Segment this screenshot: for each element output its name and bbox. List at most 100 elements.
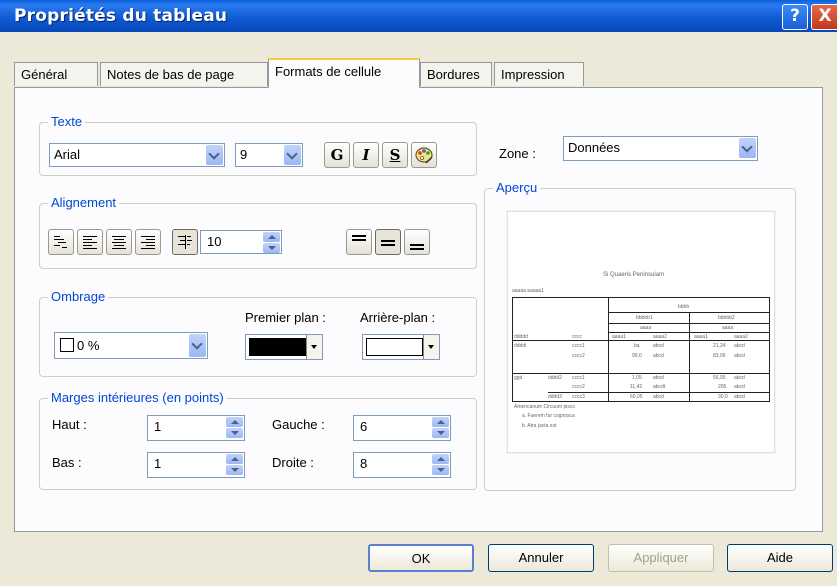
preview-cell: ddddi [514,343,527,349]
preview-cell: cccc1 [572,375,585,381]
font-select[interactable]: Arial [49,143,225,167]
preview-cell: abcd [653,375,664,381]
align-right-icon [141,236,155,249]
shading-percent-value: 0 % [77,338,100,353]
right-margin-spinner[interactable]: 8 [353,452,451,478]
preview-cell: 83,05 [713,353,726,359]
apply-button[interactable]: Appliquer [608,544,714,572]
align-center-icon [112,236,126,249]
preview-cell: abcd [653,394,664,400]
color-palette-button[interactable] [411,142,437,168]
spin-down-icon[interactable] [263,243,280,253]
spin-down-icon[interactable] [432,465,449,475]
foreground-swatch [249,338,306,356]
zone-label: Zone : [499,146,536,161]
margins-group-label: Marges intérieures (en points) [48,390,227,405]
spin-down-icon[interactable] [226,428,243,438]
bold-button[interactable]: G [324,142,350,168]
align-center-button[interactable] [106,229,132,255]
font-size-select[interactable]: 9 [235,143,303,167]
left-margin-spinner[interactable]: 6 [353,415,451,441]
align-mixed-button[interactable] [48,229,74,255]
background-label: Arrière-plan : [360,310,436,325]
decimal-offset-spinner[interactable]: 10 [200,230,282,254]
right-margin-label: Droite : [272,455,314,470]
top-margin-spinner[interactable]: 1 [147,415,245,441]
font-size-value: 9 [240,147,248,162]
help-button[interactable]: Aide [727,544,833,572]
spin-up-icon[interactable] [432,454,449,464]
valign-bottom-button[interactable] [404,229,430,255]
ok-button[interactable]: OK [368,544,474,572]
bottom-margin-spinner[interactable]: 1 [147,452,245,478]
preview-cell: dddd2 [548,375,562,381]
tab-panel: Texte Arial 9 G I S Zone: Données Align… [14,87,823,532]
preview-cell: abcd [653,353,664,359]
valign-top-button[interactable] [346,229,372,255]
foreground-color-picker[interactable] [245,334,323,360]
preview-cell: cccc2 [572,384,585,390]
preview-cell: 99,0 [632,353,642,359]
preview-footnote: Americanum Circuum piscs [514,404,575,410]
underline-button[interactable]: S [382,142,408,168]
align-decimal-icon [178,235,192,249]
title-bar: Propriétés du tableau ? X [0,0,837,32]
valign-bottom-icon [410,244,424,250]
text-group-label: Texte [48,114,86,129]
preview-cell: abcdt [653,384,666,390]
shading-group-label: Ombrage [48,289,109,304]
chevron-down-icon[interactable] [206,145,223,165]
preview-cell: 205 [718,384,727,390]
chevron-down-icon[interactable] [423,335,439,359]
help-icon[interactable]: ? [782,4,808,30]
spin-down-icon[interactable] [432,428,449,438]
zone-select[interactable]: Données [563,136,758,161]
alignment-group: Alignement 10 [39,195,477,269]
spin-up-icon[interactable] [263,232,280,242]
align-left-button[interactable] [77,229,103,255]
spin-down-icon[interactable] [226,465,243,475]
bottom-margin-value: 1 [154,456,162,471]
spin-up-icon[interactable] [226,417,243,427]
preview-cell: 60,05 [630,394,643,400]
align-right-button[interactable] [135,229,161,255]
shading-percent-select[interactable]: 0 % [54,332,208,359]
background-color-picker[interactable] [362,334,440,360]
preview-cell: 21,24 [713,343,726,349]
preview-cell: abcd [734,375,745,381]
preview-header-cell: ddddd [514,334,528,340]
valign-middle-button[interactable] [375,229,401,255]
cancel-button[interactable]: Annuler [488,544,594,572]
preview-cell: dddd3 [548,394,562,400]
close-icon[interactable]: X [811,4,837,30]
tab-footnotes[interactable]: Notes de bas de page [100,62,268,86]
preview-table: Si Quaeris Peninsulam aaaaa aaaaa1 bbbb … [507,211,775,453]
italic-button[interactable]: I [353,142,379,168]
chevron-down-icon[interactable] [739,138,756,158]
preview-cell: 11,42 [630,384,643,390]
chevron-down-icon[interactable] [284,145,301,165]
tab-printing[interactable]: Impression [494,62,584,86]
align-decimal-button[interactable] [172,229,198,255]
preview-cell: abcd [653,343,664,349]
preview-cell: abcd [734,394,745,400]
preview-cell: 1,05 [632,375,642,381]
align-mixed-icon [54,236,67,248]
spin-up-icon[interactable] [226,454,243,464]
tab-cell-formats[interactable]: Formats de cellule [268,58,420,88]
preview-footnote: a. Fuerem fur cognosca [522,413,575,419]
chevron-down-icon[interactable] [306,335,322,359]
chevron-down-icon[interactable] [189,334,206,357]
foreground-label: Premier plan : [245,310,326,325]
tab-borders[interactable]: Bordures [420,62,492,86]
tab-general[interactable]: Général [14,62,98,86]
align-left-icon [83,236,97,249]
preview-cell: cccc1 [572,343,585,349]
preview-header-cell: aaaa2 [734,334,748,340]
preview-col-group1: bbbbb1 [636,315,653,321]
spin-up-icon[interactable] [432,417,449,427]
dialog-window: Propriétés du tableau ? X Général Notes … [0,0,837,586]
left-margin-label: Gauche : [272,417,325,432]
zone-value: Données [568,140,621,155]
valign-top-icon [352,235,366,241]
